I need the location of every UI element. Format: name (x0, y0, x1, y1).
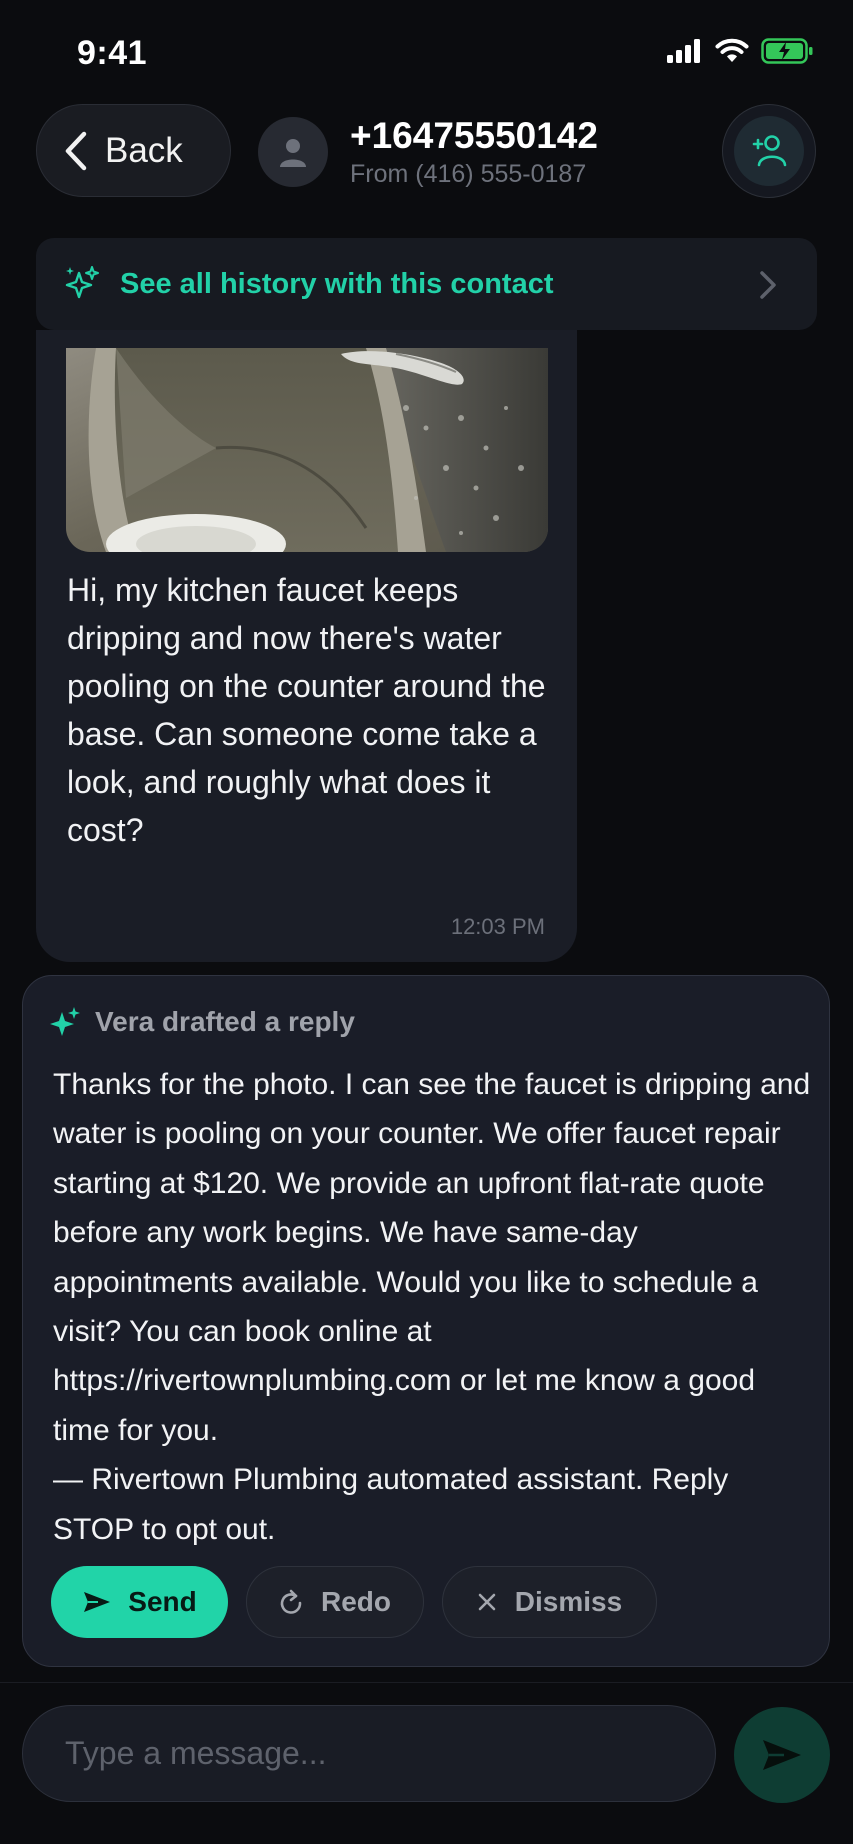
history-label: See all history with this contact (120, 267, 554, 300)
send-icon (84, 1592, 111, 1612)
back-button[interactable]: Back (36, 104, 231, 197)
message-input[interactable]: Type a message... (22, 1705, 716, 1802)
dismiss-button[interactable]: Dismiss (442, 1566, 657, 1638)
redo-button[interactable]: Redo (246, 1566, 424, 1638)
composer-divider (0, 1682, 853, 1683)
send-label: Send (128, 1586, 197, 1617)
add-contact-button[interactable] (722, 104, 816, 198)
redo-label: Redo (321, 1586, 391, 1617)
draft-header: Vera drafted a reply (49, 1006, 355, 1038)
status-time: 9:41 (77, 34, 148, 72)
contact-subtitle: From (416) 555-0187 (350, 160, 587, 188)
draft-body: Thanks for the photo. I can see the fauc… (53, 1060, 813, 1554)
sparkle-icon (50, 1007, 80, 1036)
signal-icon (667, 39, 700, 63)
redo-icon (280, 1589, 302, 1614)
message-timestamp: 12:03 PM (450, 914, 545, 939)
battery-charging-icon (761, 38, 813, 64)
back-label: Back (105, 130, 183, 170)
message-photo[interactable] (66, 348, 548, 552)
send-icon (763, 1740, 801, 1770)
draft-body-signature: — Rivertown Plumbing automated assistant… (53, 1463, 729, 1546)
wifi-icon (715, 38, 749, 62)
contact-number: +16475550142 (350, 115, 598, 156)
draft-title: Vera drafted a reply (95, 1006, 355, 1037)
close-icon (478, 1593, 496, 1611)
chevron-left-icon (65, 131, 87, 170)
history-banner[interactable]: See all history with this contact (36, 238, 817, 330)
sparkle-icon (65, 266, 99, 299)
draft-reply-card: Vera drafted a reply Thanks for the phot… (22, 975, 830, 1667)
status-icons (667, 38, 813, 64)
draft-actions: Send Redo Dismiss (51, 1566, 657, 1638)
draft-body-main: Thanks for the photo. I can see the fauc… (53, 1068, 811, 1447)
conversation-screen: 9:41 Back +16475550142 From (416) 555-01… (0, 0, 853, 1844)
dismiss-label: Dismiss (514, 1586, 623, 1617)
contact-avatar (258, 117, 328, 187)
incoming-message-text: Hi, my kitchen faucet keeps dripping and… (67, 572, 546, 848)
send-draft-button[interactable]: Send (51, 1566, 228, 1638)
add-person-icon (752, 135, 787, 167)
faucet-photo (66, 348, 548, 552)
incoming-message-bubble: Hi, my kitchen faucet keeps dripping and… (36, 330, 577, 962)
send-message-button[interactable] (734, 1707, 830, 1803)
person-placeholder-icon (280, 139, 306, 167)
chevron-right-icon (760, 271, 776, 299)
add-contact-inner (734, 116, 804, 186)
status-bar: 9:41 (0, 0, 853, 100)
